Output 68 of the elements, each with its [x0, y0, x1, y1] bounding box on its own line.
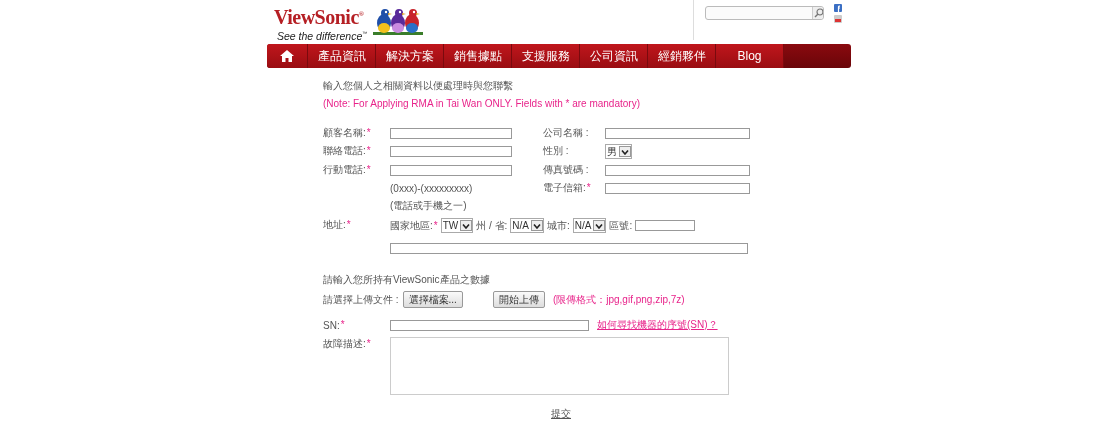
nav-tab[interactable]: 產品資訊: [308, 44, 376, 68]
nav-tab[interactable]: 公司資訊: [580, 44, 648, 68]
nav-tab[interactable]: 銷售據點: [444, 44, 512, 68]
intro-text: 輸入您個人之相關資料以便處理時與您聯繫: [323, 80, 514, 92]
field-label: 電子信箱:: [543, 182, 586, 193]
input-field[interactable]: [390, 243, 748, 254]
submit-link[interactable]: 提交: [551, 408, 571, 419]
required-mark: *: [433, 219, 438, 231]
nav-tab[interactable]: 經銷夥伴: [648, 44, 716, 68]
input-field[interactable]: [605, 127, 750, 139]
required-mark: *: [366, 127, 371, 138]
upload-button[interactable]: 開始上傳: [492, 291, 545, 308]
field-label: 性別 :: [543, 145, 569, 156]
field-label: 地址:: [323, 218, 346, 232]
chevron-icon: [621, 148, 629, 155]
required-mark: *: [366, 338, 371, 350]
search-icon: [813, 8, 823, 18]
chevron-icon: [533, 222, 542, 229]
serial-help-link[interactable]: 如何尋找機器的序號(SN)？: [597, 318, 718, 332]
field-label: 行動電話:: [323, 164, 366, 175]
home-tab[interactable]: [267, 44, 308, 68]
field-label: 國家地區:: [390, 219, 433, 231]
description-field[interactable]: [390, 337, 729, 395]
brand-name: ViewSonic$^{®}$: [274, 4, 365, 27]
section-heading: 請輸入您所持有ViewSonic產品之數據: [323, 274, 491, 286]
hint-text: (電話或手機之一): [390, 199, 467, 213]
field-label: 聯絡電話:: [323, 145, 366, 156]
input-field[interactable]: [390, 127, 512, 139]
field-label: 請選擇上傳文件 :: [323, 292, 399, 307]
search-button[interactable]: [812, 7, 823, 19]
format-note: (限傳格式：jpg,gif,png,zip,7z): [552, 292, 685, 307]
hint-text: (0xxx)-(xxxxxxxxx): [390, 182, 473, 194]
field-label: 傳真號碼 :: [543, 164, 589, 175]
input-field[interactable]: [605, 164, 750, 176]
required-mark: *: [586, 182, 591, 193]
birds-drawing: [373, 6, 424, 36]
field-label: SN:: [323, 319, 340, 331]
nav-tab[interactable]: 解決方案: [376, 44, 444, 68]
tagline: See the difference$^{™}$: [277, 28, 368, 42]
required-mark: *: [340, 319, 345, 331]
select-field[interactable]: N/A: [510, 218, 545, 233]
required-mark: *: [366, 164, 371, 175]
required-mark: *: [366, 145, 371, 156]
field-label: 顧客名稱:: [323, 127, 366, 138]
home-icon: [280, 50, 294, 62]
field-label: 故障描述:: [323, 337, 366, 351]
search-field[interactable]: [705, 6, 824, 20]
select-field[interactable]: N/A: [572, 218, 607, 233]
required-mark: *: [346, 219, 351, 231]
youtube-icon[interactable]: [834, 15, 842, 23]
select-field[interactable]: TW: [440, 218, 474, 233]
note-text: (Note: For Applying RMA in Tai Wan ONLY. Fields with * are mandatory): [323, 98, 641, 110]
input-field[interactable]: [390, 145, 512, 157]
input-field[interactable]: [390, 319, 589, 331]
field-label: 城市:: [547, 219, 570, 231]
nav-tab[interactable]: 支援服務: [512, 44, 580, 68]
field-label: 州 / 省:: [476, 219, 508, 231]
chevron-icon: [595, 222, 604, 229]
field-label: 區號:: [609, 219, 633, 231]
facebook-icon[interactable]: [834, 4, 842, 12]
input-field[interactable]: [635, 220, 696, 231]
field-label: 公司名稱 :: [543, 127, 589, 138]
nav-tab[interactable]: Blog: [716, 44, 784, 68]
select-field[interactable]: 男: [605, 144, 632, 159]
chevron-icon: [462, 222, 471, 229]
choose-file-button[interactable]: 選擇檔案...: [402, 291, 463, 308]
input-field[interactable]: [390, 164, 512, 176]
input-field[interactable]: [605, 182, 750, 194]
